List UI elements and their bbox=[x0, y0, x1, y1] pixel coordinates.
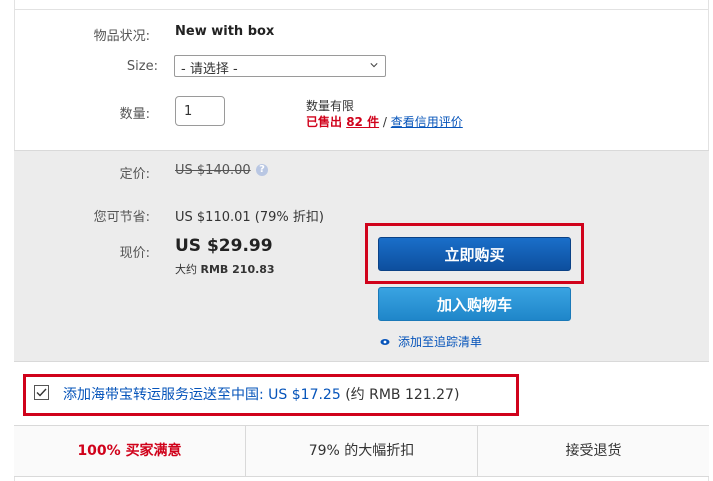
shipping-offer: 添加海带宝转运服务运送至中国: US $17.25 bbox=[63, 387, 341, 403]
size-select[interactable]: - 请选择 - bbox=[174, 55, 386, 77]
savings-label: 您可节省: bbox=[93, 210, 150, 225]
divider bbox=[14, 9, 709, 10]
shipping-approx: (约 RMB 121.27) bbox=[340, 387, 460, 403]
approx-value: RMB 210.83 bbox=[200, 263, 275, 276]
badge-discount: 79% 的大幅折扣 bbox=[246, 426, 478, 476]
add-to-watchlist-link[interactable]: 添加至追踪清单 bbox=[380, 333, 482, 350]
add-to-cart-button[interactable]: 加入购物车 bbox=[378, 287, 571, 321]
size-select-value: - 请选择 - bbox=[181, 62, 238, 77]
shipping-text[interactable]: 添加海带宝转运服务运送至中国: US $17.25 (约 RMB 121.27) bbox=[63, 384, 459, 404]
shipping-checkbox[interactable] bbox=[34, 385, 49, 400]
badge-returns: 接受退货 bbox=[565, 443, 622, 459]
quantity-input[interactable]: 1 bbox=[175, 96, 225, 126]
condition-label: 物品状况: bbox=[93, 29, 150, 44]
now-price-label: 现价: bbox=[119, 246, 150, 261]
buy-now-button[interactable]: 立即购买 bbox=[378, 237, 571, 271]
credit-link[interactable]: 查看信用评价 bbox=[391, 115, 463, 129]
sold-prefix: 已售出 bbox=[306, 115, 347, 129]
help-icon[interactable]: ? bbox=[256, 164, 268, 176]
quantity-note: 数量有限 已售出 82 件 / 查看信用评价 bbox=[306, 98, 463, 130]
condition-value: New with box bbox=[175, 24, 275, 39]
qty-label: 数量: bbox=[119, 107, 150, 122]
badges-bar: 100% 买家满意 79% 的大幅折扣 接受退货 bbox=[14, 425, 709, 477]
savings-value: US $110.01 (79% 折扣) bbox=[175, 210, 324, 225]
list-price-value: US $140.00 bbox=[175, 163, 251, 178]
badge-satisfaction: 100% 买家满意 bbox=[14, 426, 246, 476]
qty-limited-text: 数量有限 bbox=[306, 99, 355, 113]
size-label: Size: bbox=[126, 59, 158, 74]
chevron-down-icon bbox=[370, 63, 378, 68]
checkmark-icon bbox=[36, 388, 47, 397]
sold-count-link[interactable]: 82 件 bbox=[346, 115, 379, 129]
eye-icon bbox=[380, 339, 390, 345]
sold-separator: / bbox=[379, 115, 391, 129]
approx-price: 大约 RMB 210.83 bbox=[175, 261, 275, 277]
list-price-label: 定价: bbox=[119, 167, 150, 182]
watch-label: 添加至追踪清单 bbox=[398, 335, 483, 349]
now-price-value: US $29.99 bbox=[175, 236, 273, 256]
approx-prefix: 大约 bbox=[175, 263, 201, 276]
